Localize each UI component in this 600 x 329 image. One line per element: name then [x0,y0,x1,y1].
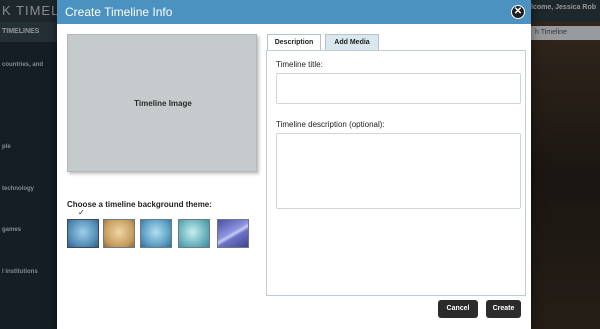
theme-swatch-tan[interactable] [103,219,135,248]
description-panel: Timeline title: Timeline description (op… [266,50,526,296]
close-icon[interactable]: ✕ [511,5,525,19]
create-timeline-dialog: Create Timeline Info ✕ Timeline Image Ch… [57,0,531,329]
theme-swatch-blue[interactable] [67,219,99,248]
dialog-title: Create Timeline Info [65,5,173,19]
theme-swatch-teal[interactable] [178,219,210,248]
checkmark-icon: ✓ [78,208,85,217]
tab-description[interactable]: Description [267,34,321,50]
timeline-image-placeholder[interactable]: Timeline Image [67,34,257,172]
description-field-label: Timeline description (optional): [276,120,385,129]
title-input[interactable] [276,73,521,104]
create-button[interactable]: Create [486,300,521,318]
cancel-button[interactable]: Cancel [438,300,478,318]
tab-add-media[interactable]: Add Media [325,34,379,50]
theme-swatch-purple[interactable] [217,219,249,248]
dialog-header: Create Timeline Info ✕ [57,0,531,24]
timeline-image-label: Timeline Image [134,99,192,108]
theme-label: Choose a timeline background theme: [67,200,212,209]
title-field-label: Timeline title: [276,60,323,69]
description-textarea[interactable] [276,133,521,209]
theme-swatch-light-blue[interactable] [140,219,172,248]
